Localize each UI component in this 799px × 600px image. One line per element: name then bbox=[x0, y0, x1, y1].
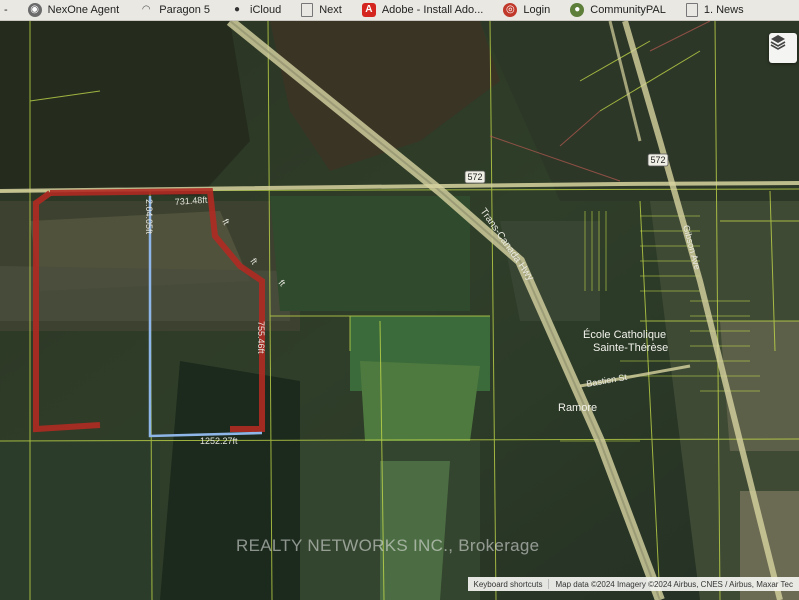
adobe-icon: A bbox=[361, 3, 376, 17]
globe-icon: ◉ bbox=[27, 3, 42, 17]
layers-button[interactable] bbox=[769, 33, 797, 63]
field-patch bbox=[380, 461, 450, 600]
school-label-line1: École Catholique bbox=[583, 328, 666, 341]
bookmark-news[interactable]: 1. News bbox=[676, 0, 754, 20]
layers-icon bbox=[770, 35, 786, 50]
bookmark-label: Adobe - Install Ado... bbox=[381, 4, 484, 16]
bookmark-login[interactable]: ◎ Login bbox=[493, 0, 560, 20]
keyboard-shortcuts-link[interactable]: Keyboard shortcuts bbox=[468, 580, 549, 589]
route-572-label: 572 bbox=[650, 155, 665, 165]
school-label-line2: Sainte-Thérèse bbox=[593, 342, 668, 354]
map-data-credit: Map data ©2024 Imagery ©2024 Airbus, CNE… bbox=[555, 579, 793, 589]
bookmark-next[interactable]: Next bbox=[291, 0, 352, 20]
forest-patch bbox=[0, 21, 250, 196]
map-canvas: 572 572 Trans-Canada Hwy Bastien St Gibs… bbox=[0, 21, 799, 600]
bookmarks-bar: - ◉ NexOne Agent ◠ Paragon 5 ● iCloud Ne… bbox=[0, 0, 799, 21]
bookmark-label: 1. News bbox=[703, 4, 744, 16]
bookmark-nexone-agent[interactable]: ◉ NexOne Agent bbox=[18, 0, 130, 20]
bookmark-dash[interactable]: - bbox=[0, 0, 18, 20]
bookmark-label: iCloud bbox=[250, 4, 282, 16]
bookmark-label: CommunityPAL bbox=[590, 4, 666, 16]
page-icon bbox=[685, 3, 698, 17]
bookmark-paragon[interactable]: ◠ Paragon 5 bbox=[129, 0, 220, 20]
bookmark-label: Paragon 5 bbox=[159, 4, 210, 16]
bookmark-icloud[interactable]: ● iCloud bbox=[220, 0, 291, 20]
satellite-map[interactable]: 572 572 Trans-Canada Hwy Bastien St Gibs… bbox=[0, 21, 799, 600]
bookmark-label: Next bbox=[319, 4, 342, 16]
measurement-south: 1252.27ft bbox=[200, 436, 238, 446]
field-patch bbox=[360, 361, 480, 441]
map-attribution: Keyboard shortcuts Map data ©2024 Imager… bbox=[467, 577, 799, 591]
community-icon: ● bbox=[570, 3, 585, 17]
apple-icon: ● bbox=[233, 4, 241, 15]
bookmark-label: Login bbox=[523, 4, 551, 16]
measurement-east: 755.46ft bbox=[256, 321, 266, 354]
town-label: Ramore bbox=[558, 402, 597, 414]
forest-patch bbox=[0, 441, 160, 600]
forest-patch bbox=[160, 361, 300, 600]
login-icon: ◎ bbox=[503, 3, 518, 17]
field-patch bbox=[0, 266, 290, 321]
bookmark-communitypal[interactable]: ● CommunityPAL bbox=[560, 0, 676, 20]
measurement-west: 2.04.05ft bbox=[144, 199, 154, 235]
brokerage-watermark: REALTY NETWORKS INC., Brokerage bbox=[236, 536, 540, 555]
rainbow-icon: ◠ bbox=[141, 4, 151, 15]
bookmark-label: - bbox=[4, 4, 8, 16]
forest-patch bbox=[270, 196, 470, 311]
route-572-label: 572 bbox=[467, 172, 482, 182]
bookmark-label: NexOne Agent bbox=[47, 4, 120, 16]
field-patch bbox=[720, 321, 799, 451]
bookmark-adobe[interactable]: A Adobe - Install Ado... bbox=[352, 0, 494, 20]
page-icon bbox=[301, 3, 314, 17]
